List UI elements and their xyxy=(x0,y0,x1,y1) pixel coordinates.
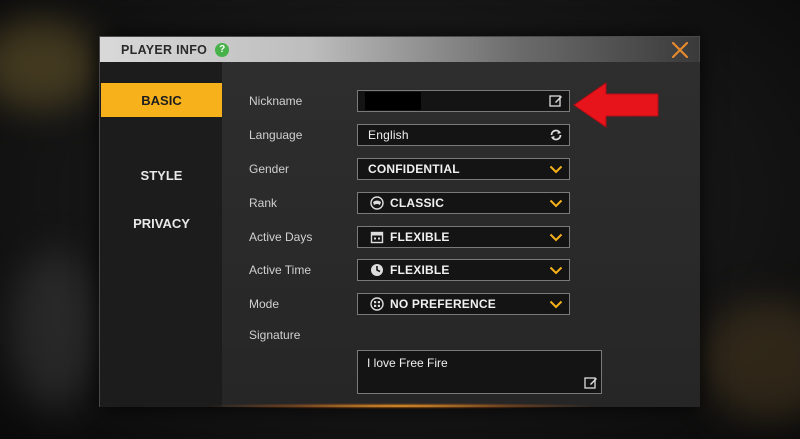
calendar-icon xyxy=(370,230,384,244)
tab-basic[interactable]: BASIC xyxy=(101,83,222,117)
nickname-label: Nickname xyxy=(249,94,303,108)
background-blur xyxy=(700,300,800,420)
edit-icon[interactable] xyxy=(584,376,598,390)
nickname-redaction xyxy=(365,92,421,110)
active-days-label: Active Days xyxy=(249,230,313,244)
chevron-down-icon xyxy=(549,196,563,210)
gamepad-icon xyxy=(370,297,384,311)
signature-value: I love Free Fire xyxy=(367,356,448,370)
red-arrow-annotation-icon xyxy=(573,82,659,128)
gender-select[interactable]: CONFIDENTIAL xyxy=(357,158,570,180)
signature-textarea[interactable]: I love Free Fire xyxy=(357,350,602,394)
dialog-titlebar: PLAYER INFO ? xyxy=(100,37,699,62)
background-blur xyxy=(10,250,100,410)
dialog-bottom-glow xyxy=(200,403,600,409)
help-icon[interactable]: ? xyxy=(215,42,230,57)
active-days-value: FLEXIBLE xyxy=(390,230,450,244)
rank-label: Rank xyxy=(249,196,278,210)
rank-select[interactable]: CLASSIC xyxy=(357,192,570,214)
refresh-icon[interactable] xyxy=(549,128,563,142)
mode-label: Mode xyxy=(249,297,280,311)
gender-label: Gender xyxy=(249,162,290,176)
active-time-select[interactable]: FLEXIBLE xyxy=(357,259,570,281)
rank-value: CLASSIC xyxy=(390,196,445,210)
close-x-icon xyxy=(671,41,689,59)
chevron-down-icon xyxy=(549,297,563,311)
classic-mode-icon xyxy=(370,196,384,210)
nickname-field[interactable] xyxy=(357,90,570,112)
chevron-down-icon xyxy=(549,162,563,176)
active-time-value: FLEXIBLE xyxy=(390,263,450,277)
close-button[interactable] xyxy=(669,39,691,61)
dialog-title: PLAYER INFO xyxy=(121,42,208,57)
language-field[interactable]: English xyxy=(357,124,570,146)
gender-value: CONFIDENTIAL xyxy=(368,162,460,176)
chevron-down-icon xyxy=(549,230,563,244)
clock-icon xyxy=(370,263,384,277)
active-time-label: Active Time xyxy=(249,263,312,277)
tab-style[interactable]: STYLE xyxy=(101,158,222,192)
tab-privacy[interactable]: PRIVACY xyxy=(101,206,222,240)
language-value: English xyxy=(368,128,409,142)
edit-icon[interactable] xyxy=(549,94,563,108)
mode-value: NO PREFERENCE xyxy=(390,297,496,311)
language-label: Language xyxy=(249,128,303,142)
mode-select[interactable]: NO PREFERENCE xyxy=(357,293,570,315)
signature-label: Signature xyxy=(249,328,301,342)
background-blur xyxy=(0,20,100,110)
sidebar: BASIC STYLE PRIVACY xyxy=(100,62,222,407)
chevron-down-icon xyxy=(549,263,563,277)
active-days-select[interactable]: FLEXIBLE xyxy=(357,226,570,248)
